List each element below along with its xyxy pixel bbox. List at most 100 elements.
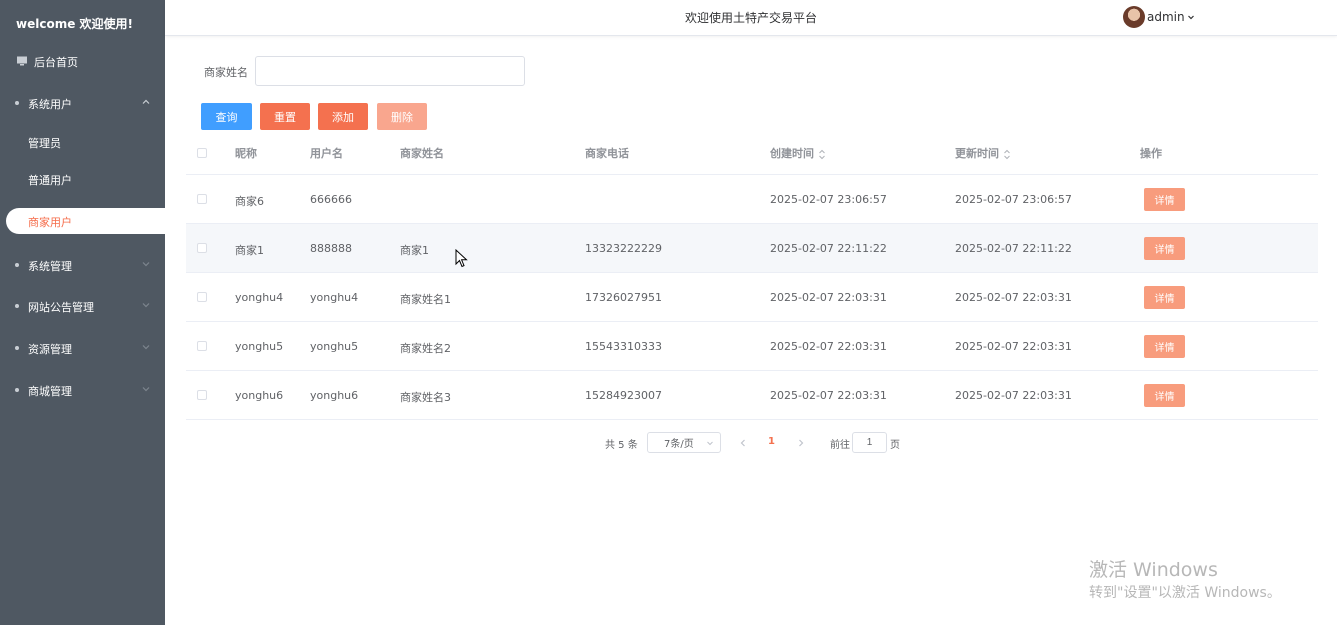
bullet-icon — [15, 263, 19, 267]
chevron-up-icon — [142, 99, 150, 104]
column-updated-time[interactable]: 更新时间 — [955, 145, 1011, 161]
cell-merchant-name: 商家姓名3 — [400, 391, 451, 404]
column-updated-time-label: 更新时间 — [955, 147, 999, 160]
table-header: 昵称 用户名 商家姓名 商家电话 创建时间 更新时间 操作 — [186, 130, 1318, 175]
cell-merchant-phone: 15284923007 — [585, 389, 662, 402]
user-name: admin — [1147, 10, 1185, 24]
chevron-down-icon — [142, 303, 150, 308]
bullet-icon — [15, 101, 19, 105]
detail-button[interactable]: 详情 — [1144, 286, 1185, 309]
menu-item-normal-users[interactable]: 普通用户 — [0, 166, 165, 192]
cell-created-time: 2025-02-07 23:06:57 — [770, 193, 887, 206]
page-number-current[interactable]: 1 — [768, 436, 775, 447]
table-row: 商家6 666666 2025-02-07 23:06:57 2025-02-0… — [186, 175, 1318, 224]
cell-username: yonghu4 — [310, 291, 359, 304]
merchant-name-label: 商家姓名 — [204, 66, 248, 79]
delete-button[interactable]: 删除 — [377, 103, 427, 130]
menu-item-system-management-label: 系统管理 — [28, 260, 72, 273]
windows-activation-title: 激活 Windows — [1089, 559, 1218, 581]
menu-item-mall[interactable]: 商城管理 — [0, 377, 165, 403]
next-page-button[interactable] — [796, 437, 806, 449]
page-size-value: 7条/页 — [664, 439, 694, 450]
cell-username: yonghu5 — [310, 340, 359, 353]
add-button[interactable]: 添加 — [318, 103, 368, 130]
prev-page-button[interactable] — [738, 437, 748, 449]
sort-icon[interactable] — [1003, 149, 1011, 160]
cell-username: 888888 — [310, 242, 352, 255]
menu-item-mall-label: 商城管理 — [28, 385, 72, 398]
cell-nickname: yonghu5 — [235, 340, 284, 353]
menu-item-resources[interactable]: 资源管理 — [0, 335, 165, 361]
cell-updated-time: 2025-02-07 22:11:22 — [955, 242, 1072, 255]
row-checkbox[interactable] — [197, 341, 207, 351]
row-checkbox[interactable] — [197, 243, 207, 253]
detail-button[interactable]: 详情 — [1144, 335, 1185, 358]
goto-suffix: 页 — [890, 440, 900, 451]
cell-updated-time: 2025-02-07 22:03:31 — [955, 291, 1072, 304]
menu-item-normal-users-label: 普通用户 — [28, 174, 72, 187]
goto-page-input[interactable] — [852, 432, 887, 453]
row-checkbox[interactable] — [197, 194, 207, 204]
menu-item-dashboard-label: 后台首页 — [34, 56, 78, 69]
column-merchant-name: 商家姓名 — [400, 147, 444, 160]
page-size-select[interactable]: 7条/页 — [647, 432, 721, 453]
column-nickname: 昵称 — [235, 147, 257, 160]
column-merchant-phone: 商家电话 — [585, 147, 629, 160]
menu-item-system-users-label: 系统用户 — [28, 98, 72, 111]
chevron-down-icon — [1187, 15, 1194, 20]
top-header: 欢迎使用土特产交易平台 admin — [165, 0, 1337, 36]
merchant-name-input[interactable] — [255, 56, 525, 86]
windows-activation-subtitle: 转到"设置"以激活 Windows。 — [1089, 585, 1281, 601]
chevron-down-icon — [142, 387, 150, 392]
avatar — [1123, 6, 1145, 28]
table-row: yonghu4 yonghu4 商家姓名1 17326027951 2025-0… — [186, 273, 1318, 322]
cell-merchant-name: 商家姓名1 — [400, 293, 451, 306]
menu-item-system-management[interactable]: 系统管理 — [0, 252, 165, 278]
menu-item-admins[interactable]: 管理员 — [0, 129, 165, 155]
column-actions: 操作 — [1140, 147, 1162, 160]
cell-merchant-phone: 13323222229 — [585, 242, 662, 255]
table-row: 商家1 888888 商家1 13323222229 2025-02-07 22… — [186, 224, 1318, 273]
menu-item-dashboard[interactable]: 后台首页 — [0, 48, 165, 74]
cell-username: yonghu6 — [310, 389, 359, 402]
welcome-text: welcome 欢迎使用! — [16, 17, 133, 31]
cell-nickname: 商家1 — [235, 244, 264, 257]
chevron-down-icon — [142, 345, 150, 350]
row-checkbox[interactable] — [197, 390, 207, 400]
menu-item-admins-label: 管理员 — [28, 137, 61, 150]
cell-merchant-phone: 15543310333 — [585, 340, 662, 353]
reset-button[interactable]: 重置 — [260, 103, 310, 130]
cell-username: 666666 — [310, 193, 352, 206]
select-all-checkbox[interactable] — [197, 148, 207, 158]
menu-item-merchant-users[interactable]: 商家用户 — [6, 208, 165, 234]
cell-created-time: 2025-02-07 22:03:31 — [770, 389, 887, 402]
cell-nickname: yonghu6 — [235, 389, 284, 402]
detail-button[interactable]: 详情 — [1144, 188, 1185, 211]
cell-created-time: 2025-02-07 22:03:31 — [770, 340, 887, 353]
menu-item-announcements[interactable]: 网站公告管理 — [0, 293, 165, 319]
query-button[interactable]: 查询 — [201, 103, 252, 130]
menu-item-system-users[interactable]: 系统用户 — [0, 90, 165, 116]
menu-item-merchant-users-label: 商家用户 — [28, 216, 72, 229]
detail-button[interactable]: 详情 — [1144, 384, 1185, 407]
chevron-down-icon — [707, 441, 713, 446]
detail-button[interactable]: 详情 — [1144, 237, 1185, 260]
sort-icon[interactable] — [818, 149, 826, 160]
cell-merchant-phone: 17326027951 — [585, 291, 662, 304]
cell-created-time: 2025-02-07 22:03:31 — [770, 291, 887, 304]
user-menu[interactable]: admin — [1123, 6, 1195, 28]
monitor-icon — [16, 55, 28, 67]
bullet-icon — [15, 304, 19, 308]
cell-merchant-name: 商家姓名2 — [400, 342, 451, 355]
cell-nickname: 商家6 — [235, 195, 264, 208]
bullet-icon — [15, 346, 19, 350]
mouse-cursor-icon — [455, 249, 468, 268]
cell-merchant-name: 商家1 — [400, 244, 429, 257]
bullet-icon — [15, 388, 19, 392]
row-checkbox[interactable] — [197, 292, 207, 302]
column-created-time[interactable]: 创建时间 — [770, 145, 826, 161]
menu-item-announcements-label: 网站公告管理 — [28, 301, 94, 314]
table-row: yonghu6 yonghu6 商家姓名3 15284923007 2025-0… — [186, 371, 1318, 420]
cell-nickname: yonghu4 — [235, 291, 284, 304]
cell-updated-time: 2025-02-07 22:03:31 — [955, 340, 1072, 353]
